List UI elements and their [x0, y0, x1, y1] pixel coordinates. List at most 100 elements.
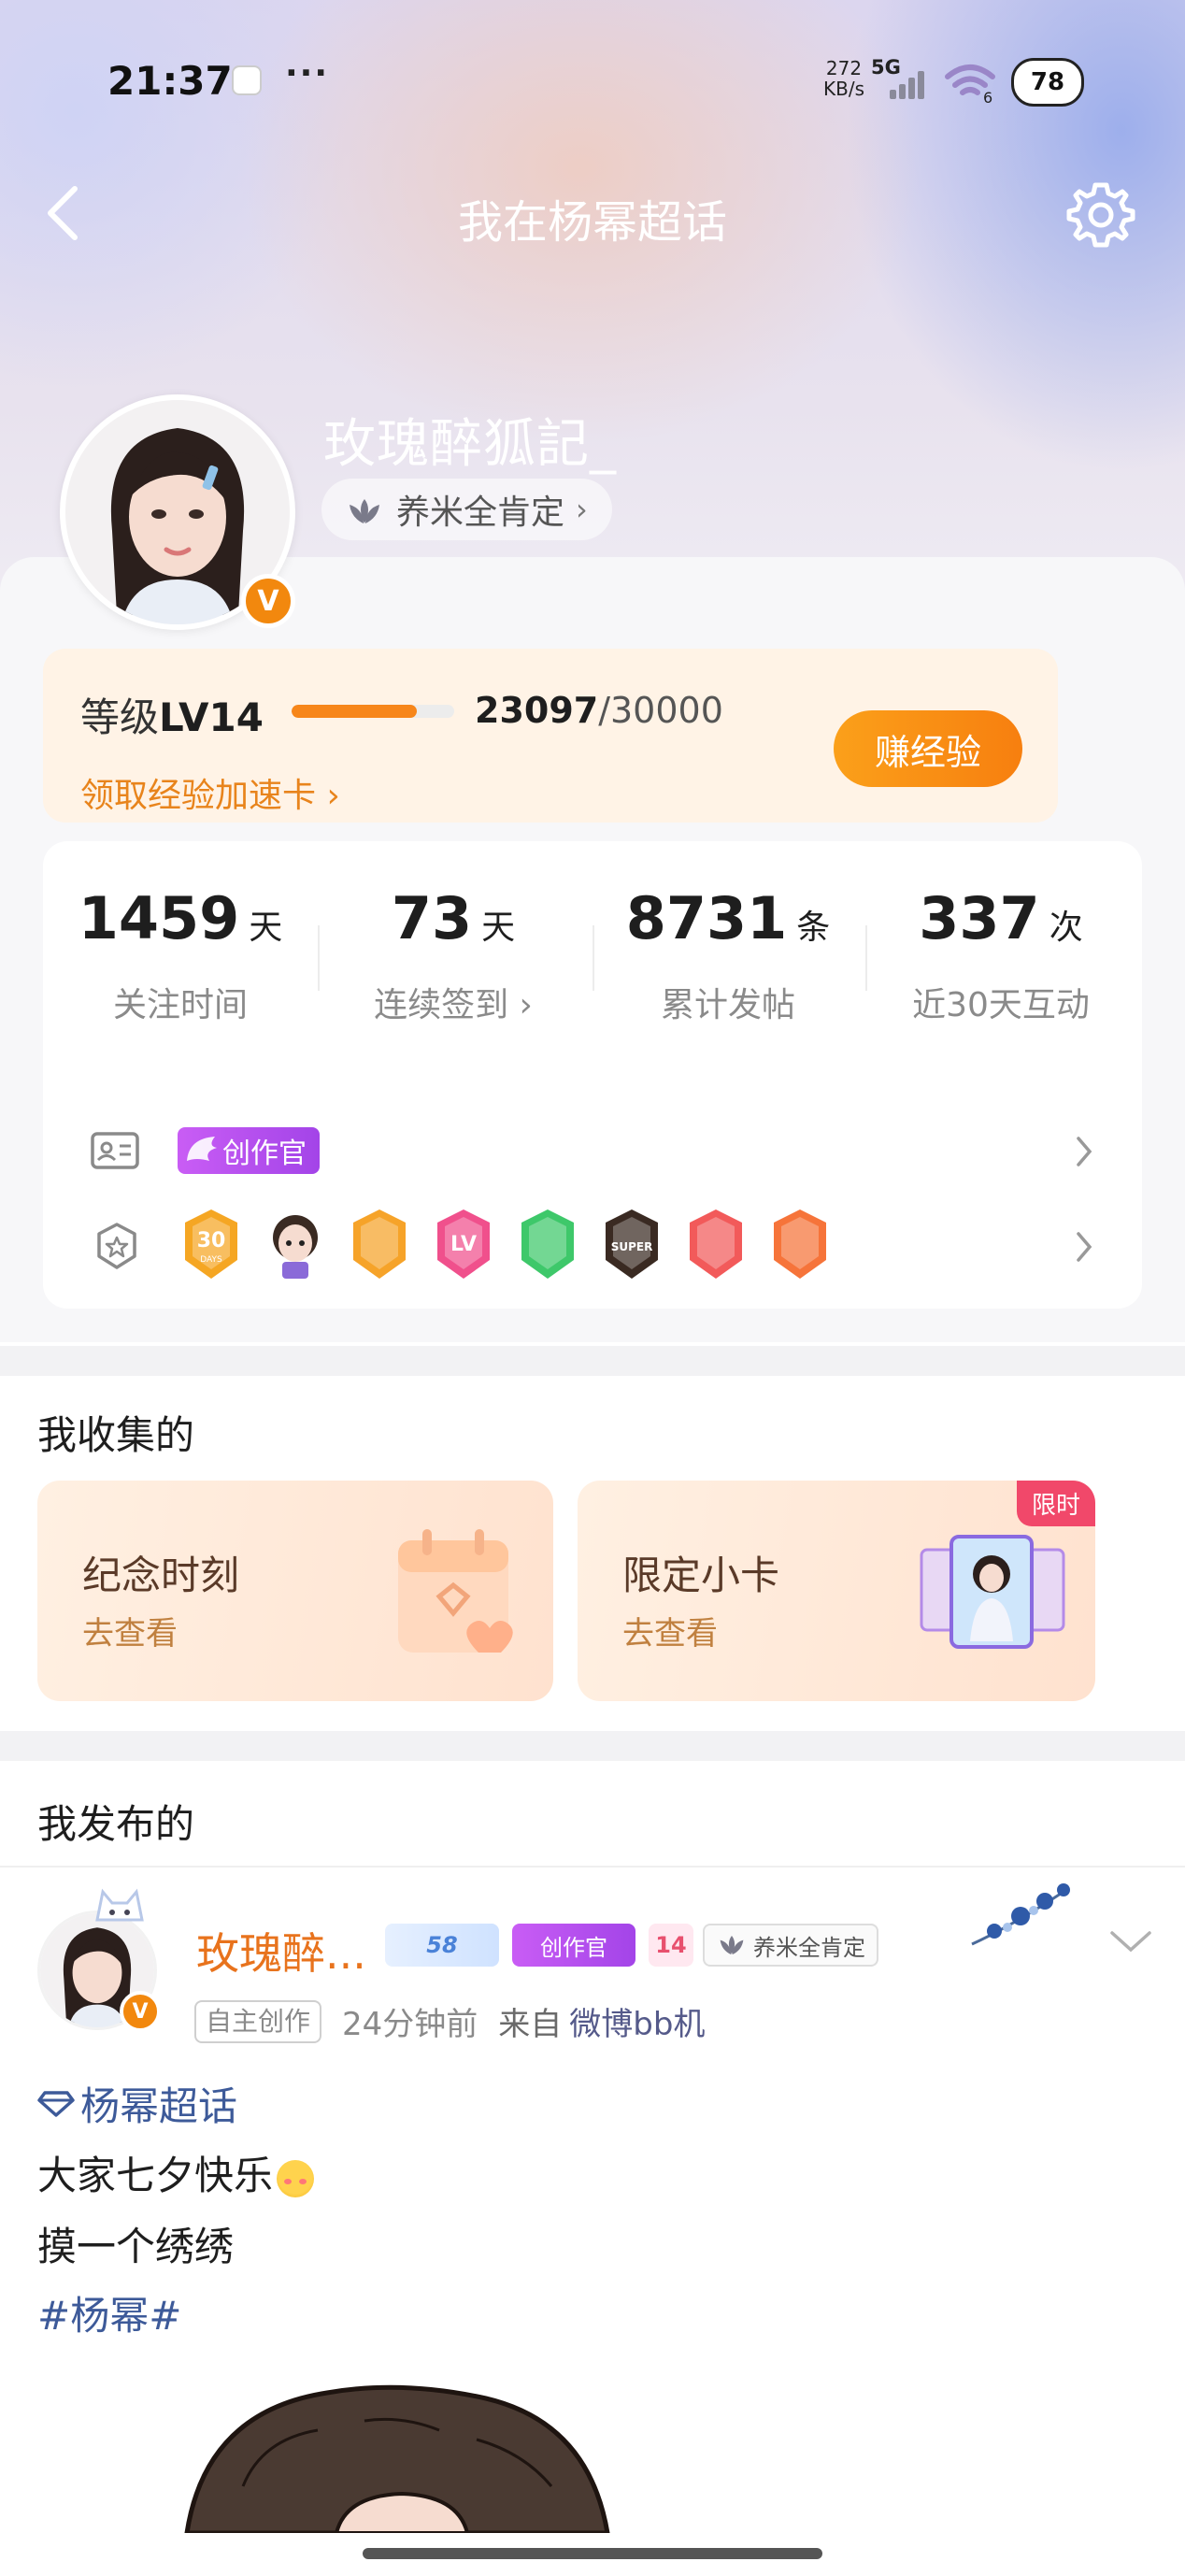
creator-badge[interactable]: 创作官 — [178, 1127, 320, 1174]
post-author-name[interactable]: 玫瑰醉... — [196, 1920, 366, 1982]
status-time: 21:37 — [107, 58, 233, 104]
section-divider — [0, 1346, 1185, 1376]
chevron-right-icon[interactable] — [1073, 1228, 1095, 1266]
hashtag-link[interactable]: #杨幂# — [37, 2284, 181, 2341]
memorial-moment-card[interactable]: 纪念时刻 去查看 — [37, 1481, 553, 1701]
crown-medal[interactable] — [346, 1206, 413, 1282]
stat-unit: 次 — [1049, 909, 1083, 947]
username: 玫瑰醉狐記_ — [323, 414, 617, 475]
cat-pendant-icon — [95, 1888, 144, 1922]
post-device[interactable]: 微博bb机 — [569, 1998, 705, 2044]
heart-medal[interactable] — [682, 1206, 750, 1282]
stat-item: 337 次近30天互动 — [865, 884, 1136, 1024]
stat-divider — [318, 925, 320, 991]
medal-text: LV — [450, 1233, 477, 1256]
flower-branch-decor — [971, 1883, 1070, 1946]
level-progress-fill — [292, 705, 417, 718]
id-card-icon — [90, 1125, 140, 1176]
posts-section-title: 我发布的 — [37, 1801, 195, 1847]
stat-value: 337 — [919, 884, 1040, 952]
exp-current: 23097 — [475, 690, 599, 731]
signal-icon — [890, 67, 931, 99]
app-notification-icon — [232, 65, 262, 95]
post-source-prefix: 来自 — [498, 2006, 563, 2043]
stat-unit: 天 — [249, 909, 283, 947]
chevron-down-icon[interactable] — [1108, 1927, 1153, 1955]
net-speed-unit: KB/s — [823, 78, 864, 100]
wing-icon — [187, 1137, 217, 1161]
chevron-right-icon[interactable] — [1073, 1133, 1095, 1170]
honor-badge: 养米全肯定 — [703, 1924, 878, 1967]
thumb-medal[interactable] — [766, 1206, 834, 1282]
limited-tag: 限时 — [1016, 1481, 1095, 1526]
honor-label: 养米全肯定 — [396, 494, 565, 532]
lv-medal[interactable]: LV — [430, 1206, 497, 1282]
wifi-icon: 6 — [944, 62, 996, 107]
stat-label: 连续签到 › — [374, 986, 533, 1024]
section-divider — [0, 1731, 1185, 1761]
fan-level-badge: 58 — [385, 1924, 499, 1967]
diamond-level-icon: 14 — [649, 1924, 693, 1967]
medal-outline-icon — [92, 1221, 142, 1271]
medal-text: SUPER — [611, 1240, 653, 1253]
blush-emoji-icon — [277, 2159, 315, 2197]
status-bar: 21:37 ··· 272 KB/s 5G 6 78 — [0, 0, 1185, 168]
post-divider — [0, 1866, 1185, 1868]
stat-value: 8731 — [625, 884, 788, 952]
battery-icon: 78 — [1011, 58, 1084, 107]
gear-icon[interactable] — [1065, 179, 1136, 250]
verified-badge: V — [241, 574, 295, 628]
stat-item: 8731 条累计发帖 — [592, 884, 864, 1024]
stat-unit: 条 — [796, 909, 831, 947]
honor-badge-label: 养米全肯定 — [753, 1934, 865, 1961]
post-text-line: 摸一个绣绣 — [37, 2224, 235, 2269]
net-speed-value: 272 — [825, 57, 863, 79]
stat-unit: 天 — [481, 909, 516, 947]
calendar-heart-icon — [398, 1529, 513, 1653]
limited-card[interactable]: 限时 限定小卡 去查看 — [578, 1481, 1095, 1701]
creator-badge: 创作官 — [512, 1924, 635, 1967]
earn-exp-button[interactable]: 赚经验 — [834, 710, 1022, 787]
stat-label: 关注时间 — [112, 986, 248, 1024]
wifi-badge: 6 — [983, 89, 992, 105]
lotus-icon — [344, 495, 385, 523]
post-meta: 自主创作 24分钟前 来自 微博bb机 — [194, 1998, 705, 2044]
chevron-right-icon: › — [576, 492, 588, 527]
post-time: 24分钟前 — [342, 2006, 478, 2043]
stat-label: 累计发帖 — [660, 986, 795, 1024]
supertopic-name: 杨幂超话 — [80, 2083, 238, 2129]
home-indicator[interactable] — [363, 2548, 822, 2559]
30-days-medal[interactable]: 30 DAYS — [178, 1206, 245, 1282]
stat-item: 1459 天关注时间 — [45, 884, 316, 1024]
level-exp: 23097/30000 — [475, 690, 723, 731]
card-title: 纪念时刻 — [82, 1553, 240, 1598]
stat-item[interactable]: 73 天连续签到 › — [318, 884, 589, 1024]
status-more: ··· — [285, 54, 330, 93]
photo-cards-icon — [920, 1535, 1065, 1649]
level-label: 等级LV14 — [80, 694, 264, 740]
post-image[interactable] — [178, 2374, 626, 2533]
honor-pill[interactable]: 养米全肯定 › — [321, 479, 612, 540]
stat-label: 近30天互动 — [912, 986, 1090, 1024]
exp-total: /30000 — [598, 690, 723, 731]
diamond-icon — [37, 2090, 75, 2117]
card-title: 限定小卡 — [622, 1553, 780, 1598]
net-speed: 272 KB/s — [821, 58, 867, 99]
verified-badge: V — [120, 1991, 161, 2032]
stat-value: 73 — [391, 884, 473, 952]
cartoon-boy-medal[interactable] — [262, 1206, 329, 1282]
super-medal[interactable]: SUPER — [598, 1206, 665, 1282]
medal-subtext: DAYS — [200, 1255, 222, 1265]
creator-badge-label: 创作官 — [222, 1138, 307, 1170]
card-view-link: 去查看 — [82, 1615, 178, 1653]
medal-text: 30 — [197, 1229, 226, 1252]
hand-medal[interactable] — [514, 1206, 581, 1282]
supertopic-link[interactable]: 杨幂超话 — [37, 2075, 237, 2132]
level-progress-bar — [292, 705, 454, 718]
boost-card-link[interactable]: 领取经验加速卡 › — [80, 768, 340, 817]
page-title: 我在杨幂超话 — [457, 196, 727, 249]
collection-section-title: 我收集的 — [37, 1412, 195, 1458]
original-tag: 自主创作 — [194, 1999, 322, 2043]
post-text-line: 大家七夕快乐 — [37, 2144, 315, 2201]
lotus-icon — [720, 1935, 744, 1955]
